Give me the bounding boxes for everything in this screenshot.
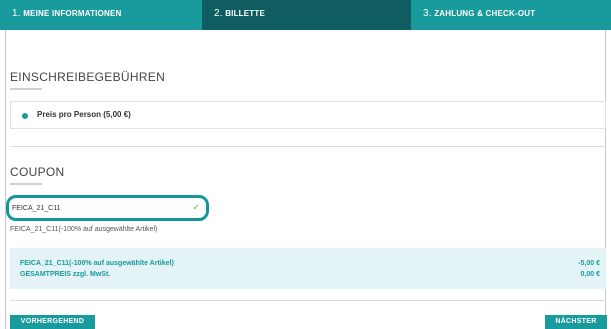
check-icon: ✓ [192, 202, 200, 212]
discount-value: -5,00 € [578, 260, 600, 267]
price-option-label: Preis pro Person (5,00 €) [37, 110, 131, 119]
discount-label: FEICA_21_C11(-100% auf ausgewählte Artik… [20, 260, 174, 267]
step-my-information[interactable]: 1. MEINE INFORMATIONEN [0, 0, 202, 30]
coupon-section-title: COUPON [10, 165, 65, 179]
step-label: ZAHLUNG & CHECK-OUT [434, 9, 536, 18]
price-option[interactable]: Preis pro Person (5,00 €) [10, 101, 606, 129]
step-label: MEINE INFORMATIONEN [23, 9, 122, 18]
coupon-title-underline [10, 183, 42, 185]
coupon-field-highlight: ✓ [6, 195, 209, 221]
total-value: 0,00 € [580, 271, 600, 278]
coupon-applied-note: FEICA_21_C11(-100% auf ausgewählte Artik… [10, 226, 158, 233]
step-label: BILLETTE [225, 9, 266, 18]
radio-selected-icon[interactable] [22, 113, 28, 119]
price-summary: FEICA_21_C11(-100% auf ausgewählte Artik… [10, 248, 606, 289]
coupon-input[interactable] [12, 201, 202, 215]
step-tickets[interactable]: 2. BILLETTE [202, 0, 411, 30]
checkout-steps: 1. MEINE INFORMATIONEN 2. BILLETTE 3. ZA… [0, 0, 611, 30]
section-divider [10, 146, 606, 147]
step-number: 1. [12, 8, 21, 19]
previous-button[interactable]: VORHERGEHEND [10, 315, 95, 329]
total-label: GESAMTPREIS zzgl. MwSt. [20, 271, 111, 278]
step-number: 3. [423, 8, 432, 19]
step-number: 2. [214, 8, 223, 19]
next-button[interactable]: NÄCHSTER [545, 315, 607, 329]
fees-section-title: EINSCHREIBEGEBÜHREN [10, 70, 166, 84]
step-payment-checkout[interactable]: 3. ZAHLUNG & CHECK-OUT [411, 0, 611, 30]
fees-title-underline [10, 88, 42, 90]
bottom-divider [10, 300, 606, 301]
